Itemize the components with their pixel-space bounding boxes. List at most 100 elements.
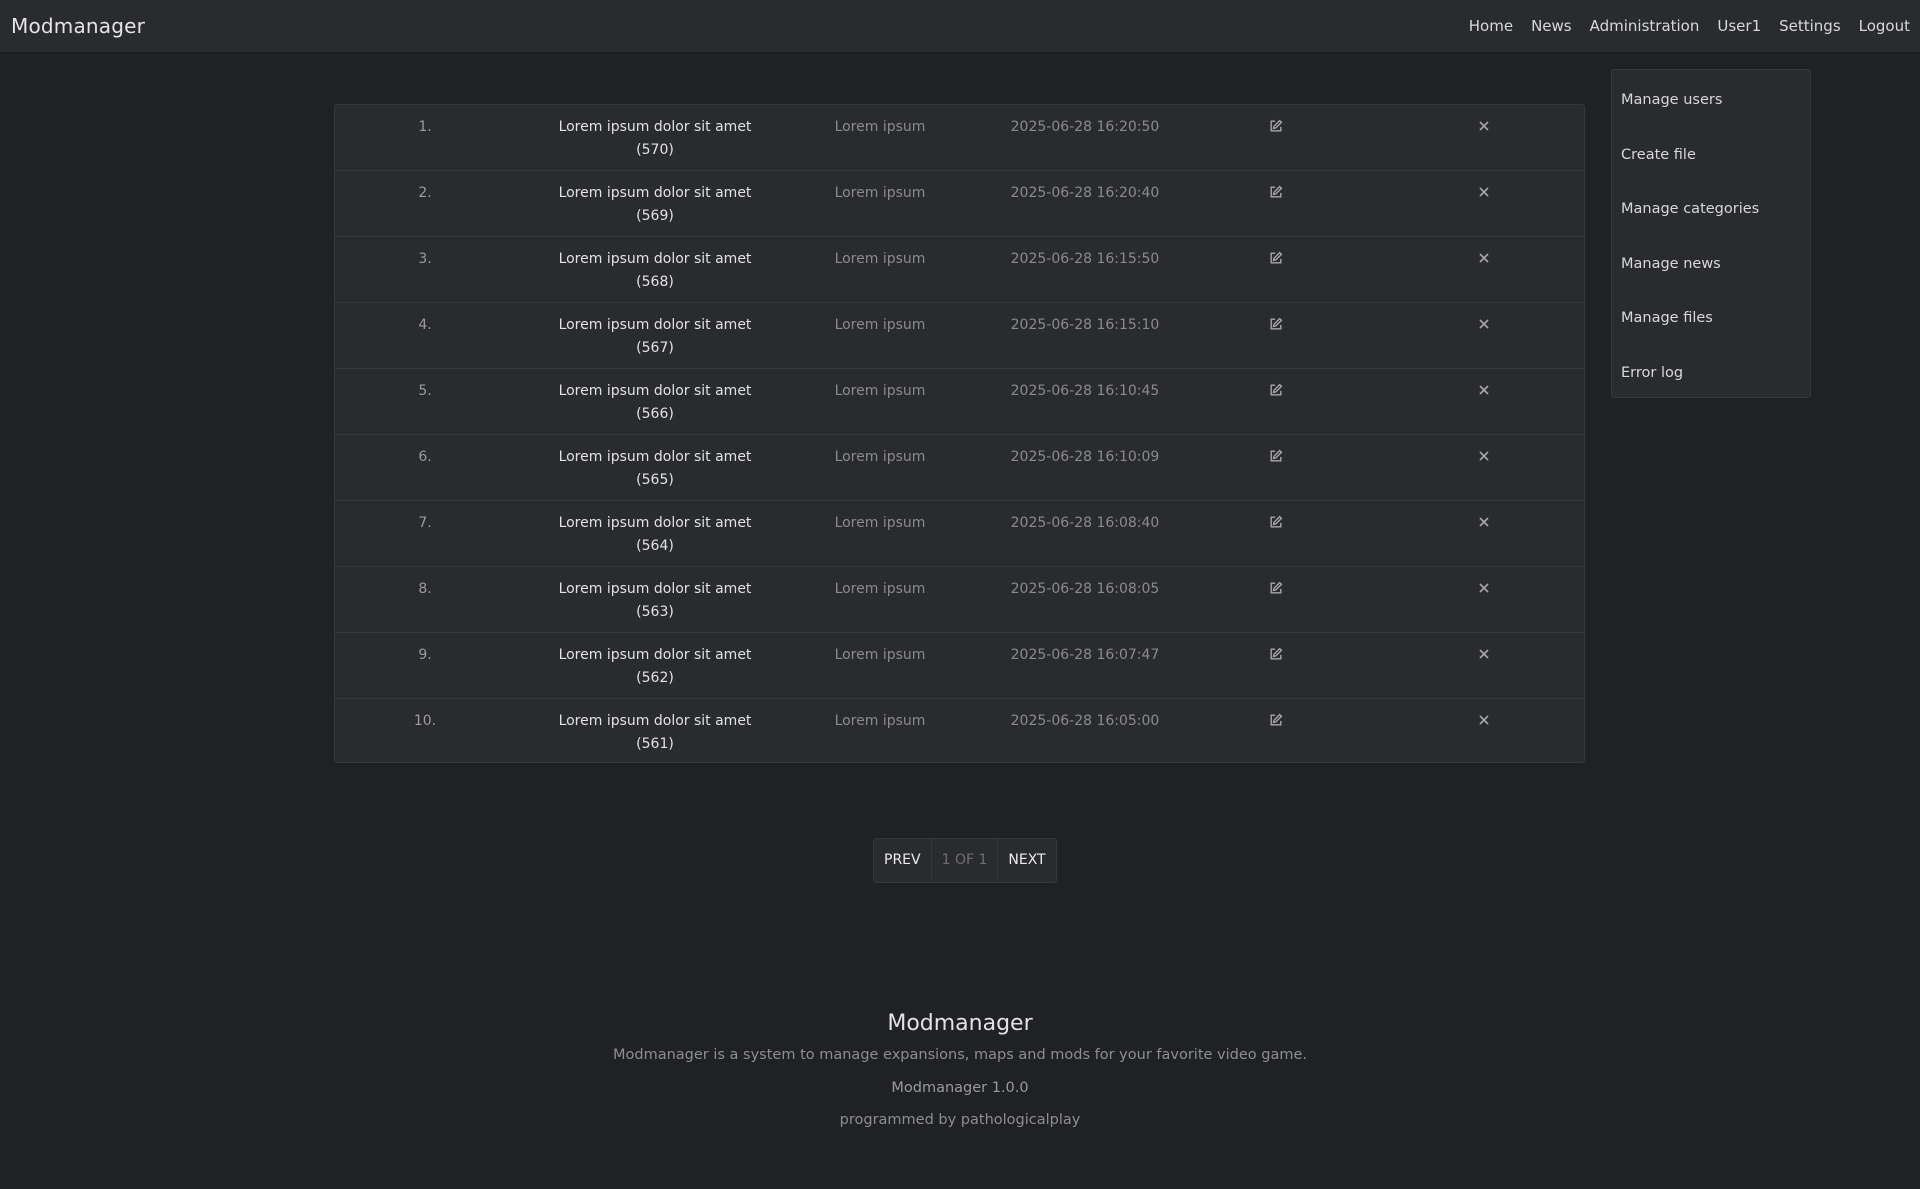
next-page-button[interactable]: NEXT <box>998 839 1055 882</box>
delete-button[interactable] <box>1469 644 1499 667</box>
edit-button[interactable] <box>1261 182 1291 205</box>
edit-icon <box>1269 383 1283 399</box>
close-icon <box>1478 581 1490 597</box>
sidebar-item-manage-files[interactable]: Manage files <box>1612 296 1810 351</box>
file-category: Lorem ipsum <box>834 449 926 465</box>
close-icon <box>1478 713 1490 729</box>
footer-version: Modmanager 1.0.0 <box>891 1080 1029 1096</box>
delete-button[interactable] <box>1469 248 1499 271</box>
delete-button[interactable] <box>1469 512 1499 535</box>
file-date: 2025-06-28 16:10:09 <box>1010 449 1160 465</box>
sidebar-item-manage-categories[interactable]: Manage categories <box>1612 187 1810 242</box>
close-icon <box>1478 317 1490 333</box>
row-number: 5. <box>418 383 432 399</box>
row-number: 9. <box>418 647 432 663</box>
file-title-text: Lorem ipsum dolor sit amet <box>558 449 752 465</box>
footer-description: Modmanager is a system to manage expansi… <box>612 1047 1307 1063</box>
delete-button[interactable] <box>1469 380 1499 403</box>
row-number: 2. <box>418 185 432 201</box>
file-title-text: Lorem ipsum dolor sit amet <box>558 647 752 663</box>
file-title-text: Lorem ipsum dolor sit amet <box>558 119 752 135</box>
delete-button[interactable] <box>1469 578 1499 601</box>
file-id: (562) <box>636 670 674 686</box>
edit-button[interactable] <box>1261 512 1291 535</box>
table-row: 6. Lorem ipsum dolor sit amet (565) Lorem i… <box>335 435 1584 501</box>
sidebar-item-create-file[interactable]: Create file <box>1612 133 1810 188</box>
close-icon <box>1478 515 1490 531</box>
nav-home-link[interactable]: Home <box>1460 0 1522 53</box>
file-title-text: Lorem ipsum dolor sit amet <box>558 185 752 201</box>
brand-logo[interactable]: Modmanager <box>11 0 145 53</box>
file-date: 2025-06-28 16:20:40 <box>1010 185 1160 201</box>
row-number: 8. <box>418 581 432 597</box>
edit-icon <box>1269 317 1283 333</box>
sidebar-item-manage-news[interactable]: Manage news <box>1612 242 1810 297</box>
page-indicator: 1 OF 1 <box>930 839 999 882</box>
top-navbar: Modmanager Home News Administration User… <box>0 0 1920 53</box>
file-title-text: Lorem ipsum dolor sit amet <box>558 383 752 399</box>
file-category: Lorem ipsum <box>834 713 926 729</box>
edit-icon <box>1269 449 1283 465</box>
file-category: Lorem ipsum <box>834 119 926 135</box>
edit-button[interactable] <box>1261 446 1291 469</box>
file-date: 2025-06-28 16:20:50 <box>1010 119 1160 135</box>
file-date: 2025-06-28 16:05:00 <box>1010 713 1160 729</box>
sidebar-item-error-log[interactable]: Error log <box>1612 351 1810 406</box>
table-row: 5. Lorem ipsum dolor sit amet (566) Lorem i… <box>335 369 1584 435</box>
edit-button[interactable] <box>1261 248 1291 271</box>
file-title[interactable]: Lorem ipsum dolor sit amet (570) <box>535 116 775 162</box>
top-nav-menu: Home News Administration User1 Settings … <box>1460 0 1919 53</box>
edit-icon <box>1269 647 1283 663</box>
file-date: 2025-06-28 16:08:05 <box>1010 581 1160 597</box>
nav-logout-link[interactable]: Logout <box>1850 0 1919 53</box>
file-date: 2025-06-28 16:07:47 <box>1010 647 1160 663</box>
table-row: 7. Lorem ipsum dolor sit amet (564) Lorem i… <box>335 501 1584 567</box>
table-row: 10. Lorem ipsum dolor sit amet (561) Lorem … <box>335 699 1584 765</box>
file-title[interactable]: Lorem ipsum dolor sit amet (569) <box>535 182 775 228</box>
edit-button[interactable] <box>1261 116 1291 139</box>
delete-button[interactable] <box>1469 314 1499 337</box>
footer-credit: programmed by pathologicalplay <box>839 1112 1081 1128</box>
close-icon <box>1478 185 1490 201</box>
footer: Modmanager Modmanager is a system to man… <box>0 1004 1920 1131</box>
close-icon <box>1478 251 1490 267</box>
row-number: 4. <box>418 317 432 333</box>
edit-icon <box>1269 713 1283 729</box>
table-row: 3. Lorem ipsum dolor sit amet (568) Lorem i… <box>335 237 1584 303</box>
prev-page-button[interactable]: PREV <box>874 839 931 882</box>
file-id: (569) <box>636 208 674 224</box>
edit-button[interactable] <box>1261 314 1291 337</box>
row-number: 1. <box>418 119 432 135</box>
nav-news-link[interactable]: News <box>1522 0 1581 53</box>
file-title[interactable]: Lorem ipsum dolor sit amet (566) <box>535 380 775 426</box>
delete-button[interactable] <box>1469 116 1499 139</box>
file-title[interactable]: Lorem ipsum dolor sit amet (565) <box>535 446 775 492</box>
edit-button[interactable] <box>1261 380 1291 403</box>
close-icon <box>1478 647 1490 663</box>
file-title[interactable]: Lorem ipsum dolor sit amet (567) <box>535 314 775 360</box>
table-row: 8. Lorem ipsum dolor sit amet (563) Lorem i… <box>335 567 1584 633</box>
delete-button[interactable] <box>1469 710 1499 733</box>
file-title[interactable]: Lorem ipsum dolor sit amet (561) <box>535 710 775 756</box>
file-date: 2025-06-28 16:10:45 <box>1010 383 1160 399</box>
nav-settings-link[interactable]: Settings <box>1770 0 1850 53</box>
row-number: 7. <box>418 515 432 531</box>
edit-button[interactable] <box>1261 710 1291 733</box>
file-title[interactable]: Lorem ipsum dolor sit amet (568) <box>535 248 775 294</box>
delete-button[interactable] <box>1469 182 1499 205</box>
file-date: 2025-06-28 16:15:10 <box>1010 317 1160 333</box>
file-title[interactable]: Lorem ipsum dolor sit amet (563) <box>535 578 775 624</box>
file-id: (563) <box>636 604 674 620</box>
row-number: 10. <box>413 713 437 729</box>
edit-button[interactable] <box>1261 644 1291 667</box>
file-category: Lorem ipsum <box>834 251 926 267</box>
edit-button[interactable] <box>1261 578 1291 601</box>
file-title[interactable]: Lorem ipsum dolor sit amet (564) <box>535 512 775 558</box>
sidebar-item-manage-users[interactable]: Manage users <box>1612 78 1810 133</box>
file-title[interactable]: Lorem ipsum dolor sit amet (562) <box>535 644 775 690</box>
nav-administration-link[interactable]: Administration <box>1581 0 1709 53</box>
footer-title: Modmanager <box>887 1011 1033 1036</box>
file-id: (568) <box>636 274 674 290</box>
nav-user-link[interactable]: User1 <box>1708 0 1770 53</box>
delete-button[interactable] <box>1469 446 1499 469</box>
